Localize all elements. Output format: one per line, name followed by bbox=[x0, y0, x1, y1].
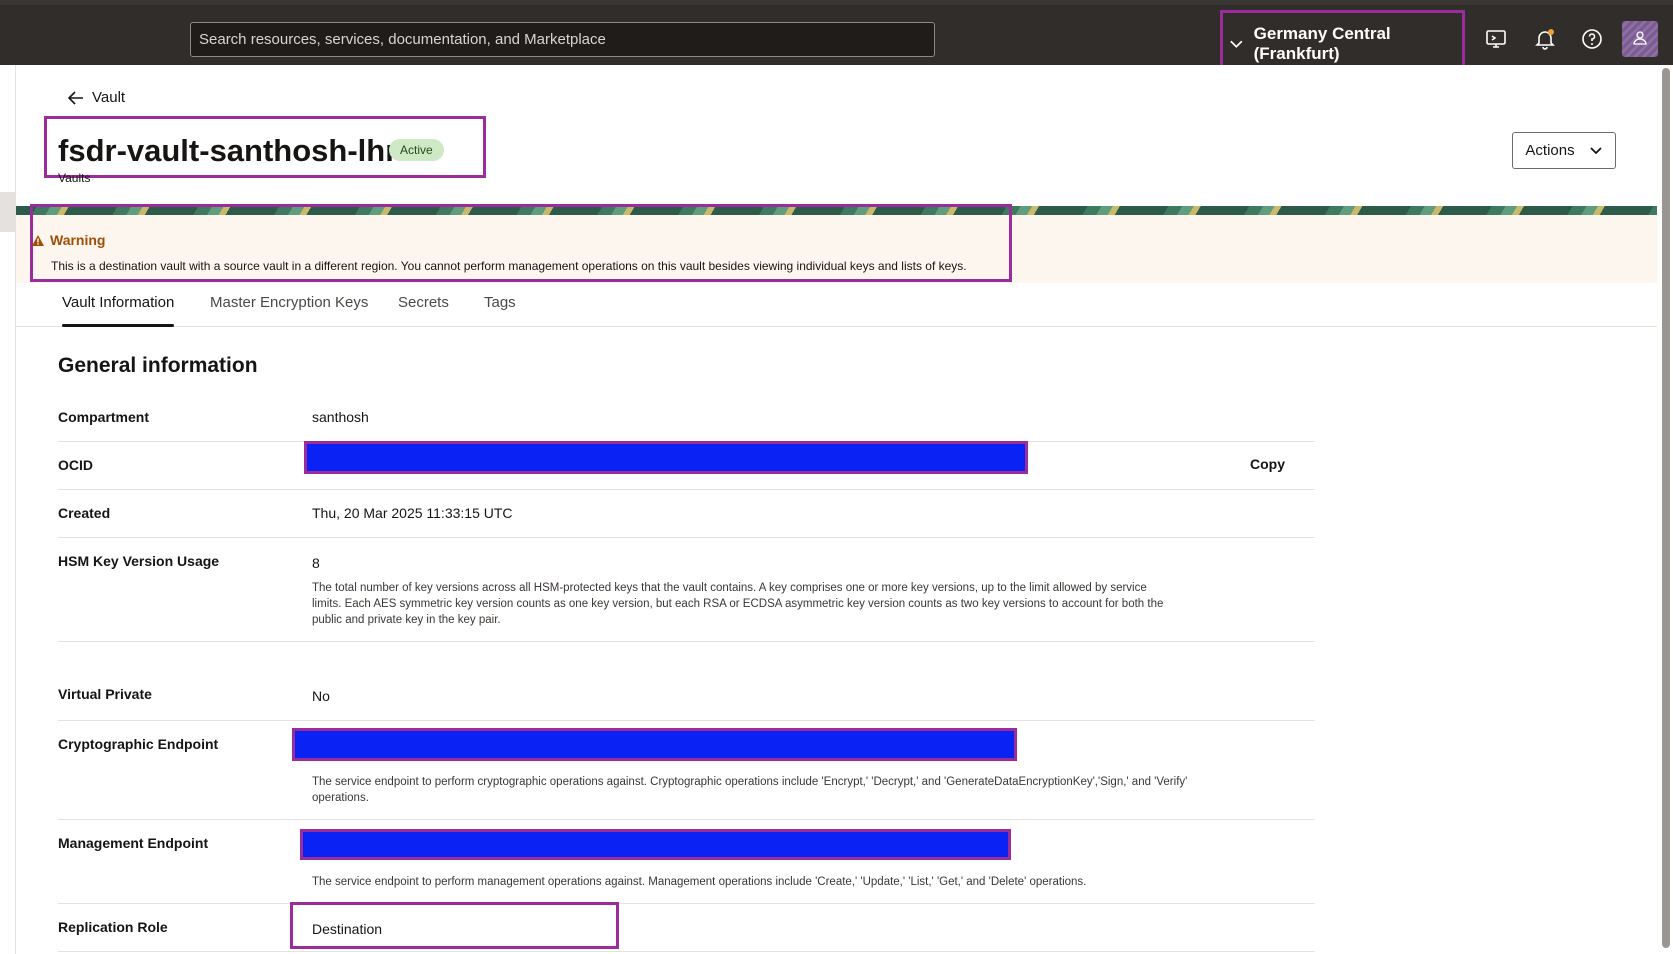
arrow-left-icon bbox=[68, 90, 83, 105]
divider bbox=[58, 951, 1315, 952]
replication-role-value: Destination bbox=[312, 921, 383, 937]
crypto-endpoint-label: Cryptographic Endpoint bbox=[58, 736, 219, 752]
chevron-down-icon bbox=[1230, 40, 1243, 48]
tab-tags[interactable]: Tags bbox=[484, 283, 516, 327]
tab-master-encryption-keys[interactable]: Master Encryption Keys bbox=[210, 283, 368, 327]
top-navigation-bar: Search resources, services, documentatio… bbox=[0, 0, 1673, 77]
warning-title-text: Warning bbox=[50, 232, 106, 248]
bell-icon[interactable] bbox=[1533, 27, 1557, 51]
scrollbar-thumb[interactable] bbox=[1662, 68, 1670, 948]
help-icon[interactable] bbox=[1580, 27, 1604, 51]
user-avatar[interactable] bbox=[1622, 21, 1658, 57]
divider bbox=[58, 819, 1315, 820]
chevron-down-icon bbox=[1589, 146, 1602, 154]
hsm-usage-label: HSM Key Version Usage bbox=[58, 553, 220, 569]
search-input[interactable]: Search resources, services, documentatio… bbox=[190, 22, 935, 57]
ocid-value-redacted bbox=[304, 441, 1028, 474]
copy-ocid-link[interactable]: Copy bbox=[1250, 456, 1285, 472]
divider bbox=[58, 903, 1315, 904]
compartment-value[interactable]: santhosh bbox=[312, 409, 369, 425]
crypto-endpoint-redacted bbox=[292, 728, 1017, 761]
back-label: Vault bbox=[92, 89, 126, 106]
divider bbox=[58, 720, 1315, 721]
warning-icon bbox=[32, 234, 44, 246]
tab-secrets[interactable]: Secrets bbox=[398, 283, 449, 327]
tab-bar: Vault Information Master Encryption Keys… bbox=[16, 283, 1657, 327]
tab-vault-information[interactable]: Vault Information bbox=[62, 283, 175, 327]
actions-menu-button[interactable]: Actions bbox=[1512, 132, 1616, 169]
cloud-shell-icon[interactable] bbox=[1484, 27, 1508, 51]
page-title: fsdr-vault-santhosh-lhr bbox=[58, 133, 398, 168]
section-title: General information bbox=[58, 354, 258, 377]
hsm-usage-description: The total number of key versions across … bbox=[312, 582, 1164, 626]
mgmt-endpoint-label: Management Endpoint bbox=[58, 835, 209, 851]
ocid-label: OCID bbox=[58, 457, 93, 473]
mgmt-endpoint-description: The service endpoint to perform manageme… bbox=[312, 876, 1087, 888]
virtual-private-value: No bbox=[312, 688, 330, 704]
actions-label: Actions bbox=[1525, 142, 1575, 159]
crypto-endpoint-description: The service endpoint to perform cryptogr… bbox=[312, 776, 1188, 804]
back-to-vaults-link[interactable]: Vault bbox=[68, 89, 125, 106]
status-badge: Active bbox=[389, 139, 444, 161]
warning-title: Warning bbox=[32, 232, 105, 248]
mgmt-endpoint-redacted bbox=[300, 829, 1011, 860]
region-label: Germany Central (Frankfurt) bbox=[1253, 23, 1391, 63]
replication-role-label: Replication Role bbox=[58, 919, 168, 935]
user-icon bbox=[1633, 31, 1647, 45]
divider bbox=[58, 641, 1315, 642]
virtual-private-label: Virtual Private bbox=[58, 686, 152, 702]
warning-message: This is a destination vault with a sourc… bbox=[51, 259, 967, 273]
vault-details-page: Vault fsdr-vault-santhosh-lhr Active Vau… bbox=[16, 65, 1657, 954]
navigation-toggle[interactable] bbox=[0, 192, 16, 232]
divider bbox=[58, 489, 1315, 490]
divider bbox=[58, 537, 1315, 538]
compartment-label: Compartment bbox=[58, 409, 150, 425]
created-label: Created bbox=[58, 505, 111, 521]
hsm-usage-value: 8 bbox=[312, 555, 320, 571]
created-value: Thu, 20 Mar 2025 11:33:15 UTC bbox=[312, 505, 513, 521]
resource-type-label: Vaults bbox=[58, 171, 91, 185]
